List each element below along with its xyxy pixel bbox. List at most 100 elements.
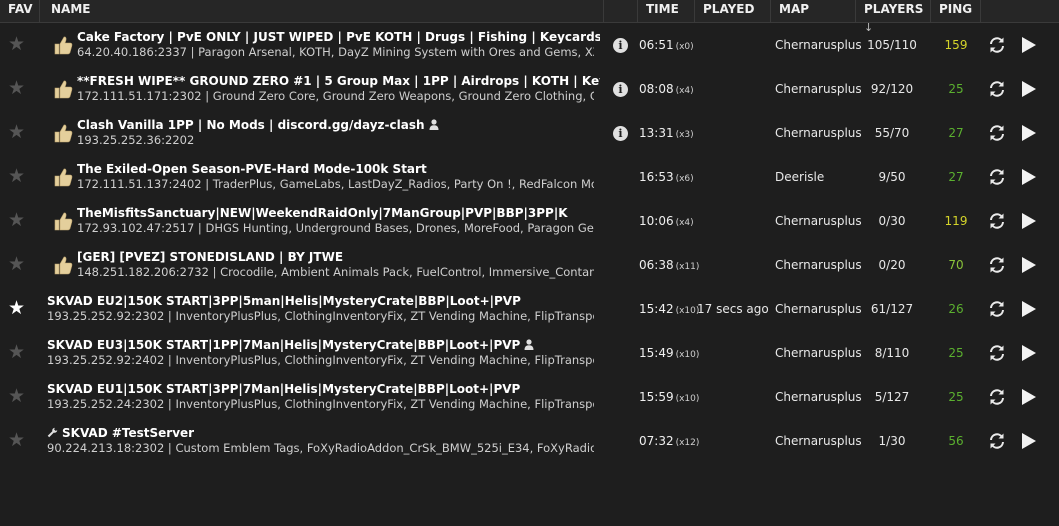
favorite-star-filled-icon[interactable]: ★	[8, 299, 26, 318]
play-icon[interactable]	[1021, 212, 1037, 230]
play-icon[interactable]	[1021, 432, 1037, 450]
column-header-ping[interactable]: PING	[931, 0, 981, 22]
favorite-star-icon[interactable]: ★	[8, 167, 26, 186]
server-details: 193.25.252.92:2402 | InventoryPlusPlus, …	[47, 353, 594, 367]
server-row[interactable]: ★ TheMisfitsSanctuary|NEW|WeekendRaidOnly…	[0, 199, 1059, 243]
favorite-star-icon[interactable]: ★	[8, 387, 26, 406]
server-name-text: SKVAD EU1|150K START|3PP|7Man|Helis|Myst…	[47, 382, 521, 396]
server-time-value: 13:31	[639, 126, 674, 140]
server-time: 16:53 (x6)	[639, 170, 694, 184]
column-header-played[interactable]: PLAYED	[695, 0, 771, 22]
time-multiplier: (x10)	[675, 306, 700, 316]
refresh-icon[interactable]	[988, 168, 1006, 186]
server-row[interactable]: ★ SKVAD EU1|150K START|3PP|7Man|Helis|Mys…	[0, 375, 1059, 419]
server-details: 193.25.252.36:2202	[77, 133, 195, 147]
server-details: 172.111.51.137:2402 | TraderPlus, GameLa…	[77, 177, 594, 191]
server-time-value: 10:06	[639, 214, 674, 228]
server-name-text: **FRESH WIPE** GROUND ZERO #1 | 5 Group …	[77, 74, 600, 88]
favorite-star-icon[interactable]: ★	[8, 123, 26, 142]
thumbs-up-icon	[53, 123, 73, 143]
server-row[interactable]: ★ Clash Vanilla 1PP | No Mods | discord.g…	[0, 111, 1059, 155]
server-row[interactable]: ★ SKVAD EU3|150K START|1PP|7Man|Helis|Mys…	[0, 331, 1059, 375]
column-header-map[interactable]: MAP	[771, 0, 856, 22]
server-time: 10:06 (x4)	[639, 214, 694, 228]
server-time-value: 06:38	[639, 258, 674, 272]
server-row[interactable]: ★ The Exiled-Open Season-PVE-Hard Mode-10…	[0, 155, 1059, 199]
refresh-icon[interactable]	[988, 124, 1006, 142]
friend-online-icon	[524, 339, 534, 350]
play-icon[interactable]	[1021, 388, 1037, 406]
refresh-icon[interactable]	[988, 256, 1006, 274]
ping-value: 26	[948, 302, 964, 316]
player-count: 61/127	[870, 302, 914, 316]
time-multiplier: (x6)	[675, 174, 694, 184]
favorite-star-icon[interactable]: ★	[8, 35, 26, 54]
server-details: 172.93.102.47:2517 | DHGS Hunting, Under…	[77, 221, 594, 235]
server-map: Deerisle	[775, 170, 825, 184]
play-icon[interactable]	[1021, 36, 1037, 54]
player-count: 0/30	[878, 214, 906, 228]
info-icon[interactable]: i	[613, 126, 628, 141]
server-name: [GER] [PVEZ] STONEDISLAND | BY JTWE	[77, 250, 343, 264]
refresh-icon[interactable]	[988, 432, 1006, 450]
refresh-icon[interactable]	[988, 300, 1006, 318]
favorite-star-icon[interactable]: ★	[8, 343, 26, 362]
time-multiplier: (x4)	[675, 86, 694, 96]
column-header-players[interactable]: PLAYERS ↓	[856, 0, 931, 34]
favorite-star-icon[interactable]: ★	[8, 79, 26, 98]
info-icon[interactable]: i	[613, 38, 628, 53]
server-time: 15:42 (x10)	[639, 302, 699, 316]
favorite-star-icon[interactable]: ★	[8, 255, 26, 274]
server-row[interactable]: ★ Cake Factory | PvE ONLY | JUST WIPED | …	[0, 23, 1059, 67]
server-name-text: [GER] [PVEZ] STONEDISLAND | BY JTWE	[77, 250, 344, 264]
server-time-value: 06:51	[639, 38, 674, 52]
play-icon[interactable]	[1021, 344, 1037, 362]
player-count: 55/70	[874, 126, 910, 140]
player-count: 0/20	[878, 258, 906, 272]
server-name-text: SKVAD EU2|150K START|3PP|5man|Helis|Myst…	[47, 294, 521, 308]
column-header-spacer	[604, 0, 638, 22]
play-icon[interactable]	[1021, 124, 1037, 142]
wrench-icon	[47, 427, 58, 441]
refresh-icon[interactable]	[988, 36, 1006, 54]
column-header-name[interactable]: NAME	[43, 0, 604, 22]
time-multiplier: (x3)	[675, 130, 694, 140]
server-time-value: 15:49	[639, 346, 674, 360]
server-time: 15:59 (x10)	[639, 390, 699, 404]
server-name: SKVAD EU2|150K START|3PP|5man|Helis|Myst…	[47, 294, 521, 308]
server-row[interactable]: ★ [GER] [PVEZ] STONEDISLAND | BY JTWE 148.…	[0, 243, 1059, 287]
server-time-value: 08:08	[639, 82, 674, 96]
server-name: **FRESH WIPE** GROUND ZERO #1 | 5 Group …	[77, 74, 600, 88]
play-icon[interactable]	[1021, 80, 1037, 98]
player-count: 5/127	[874, 390, 910, 404]
server-name-text: Clash Vanilla 1PP | No Mods | discord.gg…	[77, 118, 425, 132]
server-name: SKVAD EU3|150K START|1PP|7Man|Helis|Myst…	[47, 338, 534, 352]
server-time: 15:49 (x10)	[639, 346, 699, 360]
server-row[interactable]: ★ SKVAD EU2|150K START|3PP|5man|Helis|Mys…	[0, 287, 1059, 331]
refresh-icon[interactable]	[988, 344, 1006, 362]
server-row[interactable]: ★ **FRESH WIPE** GROUND ZERO #1 | 5 Group…	[0, 67, 1059, 111]
refresh-icon[interactable]	[988, 388, 1006, 406]
refresh-icon[interactable]	[988, 80, 1006, 98]
server-details: 193.25.252.92:2302 | InventoryPlusPlus, …	[47, 309, 594, 323]
server-time-value: 15:42	[639, 302, 674, 316]
server-row[interactable]: ★ SKVAD #TestServer 90.224.213.18:2302 | C…	[0, 419, 1059, 463]
favorite-star-icon[interactable]: ★	[8, 431, 26, 450]
server-details: 193.25.252.24:2302 | InventoryPlusPlus, …	[47, 397, 594, 411]
player-count: 8/110	[874, 346, 910, 360]
favorite-star-icon[interactable]: ★	[8, 211, 26, 230]
column-header-time[interactable]: TIME	[638, 0, 695, 22]
play-icon[interactable]	[1021, 256, 1037, 274]
server-time: 07:32 (x12)	[639, 434, 699, 448]
server-name-text: Cake Factory | PvE ONLY | JUST WIPED | P…	[77, 30, 600, 44]
info-icon[interactable]: i	[613, 82, 628, 97]
column-header-fav[interactable]: FAV	[0, 0, 40, 22]
server-list-header: FAV NAME TIME PLAYED MAP PLAYERS ↓ PING	[0, 0, 1059, 34]
ping-value: 27	[948, 170, 964, 184]
thumbs-up-icon	[53, 35, 73, 55]
refresh-icon[interactable]	[988, 212, 1006, 230]
server-map: Chernarusplus	[775, 434, 862, 448]
play-icon[interactable]	[1021, 168, 1037, 186]
ping-value: 119	[944, 214, 968, 228]
play-icon[interactable]	[1021, 300, 1037, 318]
